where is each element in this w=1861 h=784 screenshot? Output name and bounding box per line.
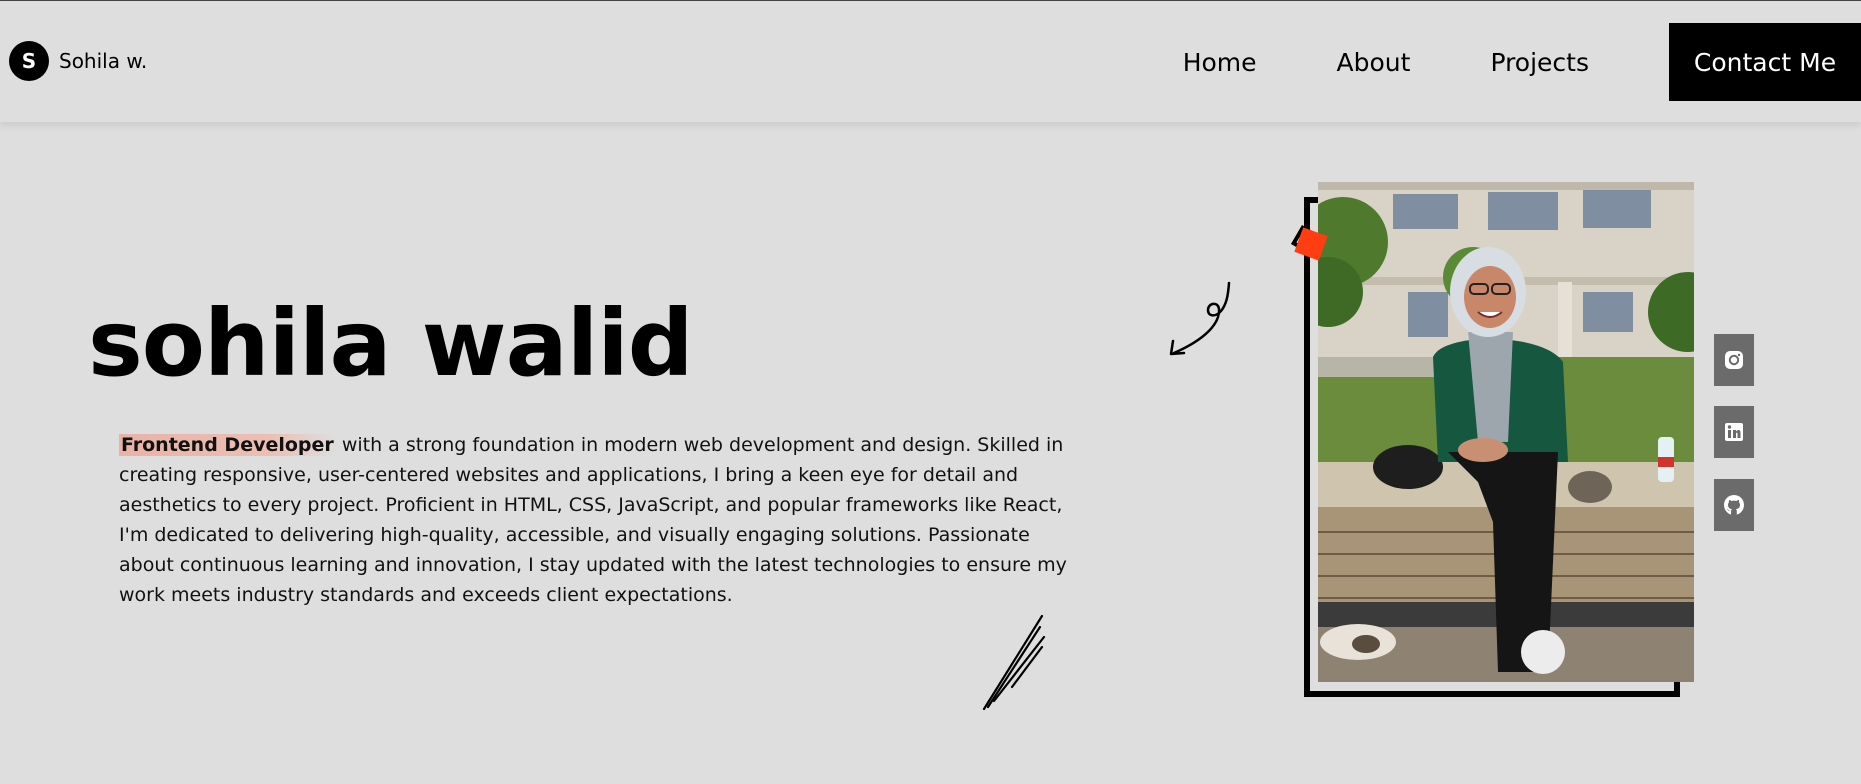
nav-home[interactable]: Home [1183, 48, 1257, 77]
linkedin-button[interactable] [1714, 406, 1754, 458]
contact-me-button[interactable]: Contact Me [1669, 23, 1861, 101]
squiggle-arrow-icon [1169, 281, 1231, 356]
linkedin-icon [1725, 423, 1743, 441]
description-text: with a strong foundation in modern web d… [119, 434, 1067, 606]
page: S Sohila w. Home About Projects Contact … [0, 0, 1861, 784]
profile-photo [1318, 182, 1694, 682]
brand-avatar: S [9, 41, 49, 81]
brand-logo[interactable]: S Sohila w. [9, 41, 147, 81]
instagram-icon [1725, 351, 1743, 369]
github-button[interactable] [1714, 479, 1754, 531]
nav-about[interactable]: About [1337, 48, 1411, 77]
github-icon [1724, 495, 1744, 515]
profile-photo-illustration [1318, 182, 1694, 682]
brand-name: Sohila w. [59, 49, 148, 73]
site-header: S Sohila w. Home About Projects Contact … [0, 1, 1861, 122]
instagram-button[interactable] [1714, 334, 1754, 386]
scribble-lines-icon [982, 614, 1046, 711]
main-nav: Home About Projects Contact Me [1183, 23, 1861, 101]
hero-description: Frontend Developer with a strong foundat… [119, 430, 1071, 610]
hero-title: sohila walid [88, 290, 694, 397]
role-highlight: Frontend Developer [119, 434, 336, 456]
nav-projects[interactable]: Projects [1490, 48, 1589, 77]
